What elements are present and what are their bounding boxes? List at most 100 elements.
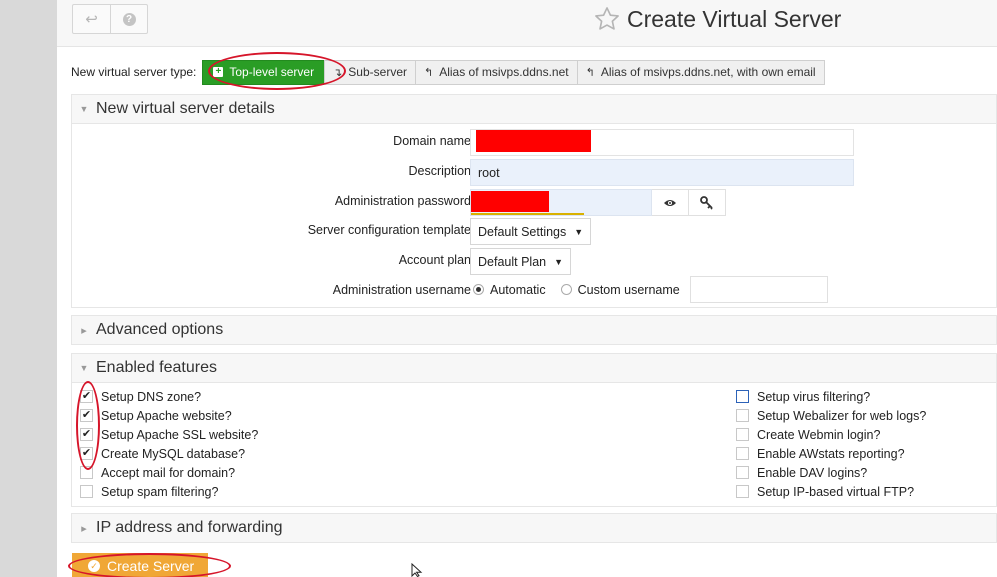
password-row: Administration password xyxy=(72,186,997,216)
checkbox-checked-icon[interactable]: ✔ xyxy=(80,428,93,441)
description-input[interactable] xyxy=(470,159,854,186)
redacted-password xyxy=(471,191,549,212)
top-bar: ↩ ? Create Virtual Server xyxy=(57,0,997,47)
page-title: Create Virtual Server xyxy=(627,5,842,32)
caret-right-icon: ▸ xyxy=(81,522,87,535)
page-title-wrap: Create Virtual Server xyxy=(593,5,841,33)
eye-icon xyxy=(664,199,676,206)
checkbox-icon[interactable] xyxy=(736,428,749,441)
plan-select[interactable]: Default Plan ▼ xyxy=(470,248,572,275)
template-row: Server configuration template Default Se… xyxy=(72,215,997,245)
checkbox-checked-icon[interactable]: ✔ xyxy=(80,409,93,422)
alias-label: Alias of msivps.ddns.net xyxy=(439,65,569,79)
template-field-wrap: Default Settings ▼ xyxy=(470,218,592,245)
template-select[interactable]: Default Settings ▼ xyxy=(470,218,592,245)
nav-button-group: ↩ ? xyxy=(72,4,148,34)
custom-username-radio[interactable] xyxy=(560,284,572,295)
ip-panel-header[interactable]: ▸ IP address and forwarding xyxy=(71,513,997,543)
checkbox-icon[interactable] xyxy=(80,485,93,498)
help-button[interactable]: ? xyxy=(110,5,147,33)
checkbox-icon[interactable] xyxy=(736,466,749,479)
checkbox-checked-icon[interactable]: ✔ xyxy=(80,390,93,403)
details-panel-header[interactable]: ▼ New virtual server details xyxy=(71,94,997,124)
feature-label: Create MySQL database? xyxy=(101,446,246,461)
feature-item[interactable]: Enable DAV logins? xyxy=(736,463,867,482)
domain-field-wrap xyxy=(470,129,854,156)
feature-label: Setup IP-based virtual FTP? xyxy=(757,484,915,499)
mouse-cursor-icon xyxy=(411,563,423,577)
caret-down-icon: ▼ xyxy=(79,104,89,114)
domain-label: Domain name xyxy=(393,134,471,148)
feature-label: Enable AWstats reporting? xyxy=(757,446,905,461)
advanced-panel-header[interactable]: ▸ Advanced options xyxy=(71,315,997,345)
plan-field-wrap: Default Plan ▼ xyxy=(470,248,572,275)
plan-row: Account plan Default Plan ▼ xyxy=(72,245,997,275)
alias-button[interactable]: ↰ Alias of msivps.ddns.net xyxy=(414,59,578,85)
template-select-value: Default Settings xyxy=(478,224,567,239)
feature-item[interactable]: ✔ Setup Apache website? xyxy=(80,406,232,425)
generate-password-button[interactable] xyxy=(688,189,726,216)
description-label: Description xyxy=(408,164,471,178)
advanced-panel-title: Advanced options xyxy=(96,321,224,338)
feature-item[interactable]: ✔ Setup DNS zone? xyxy=(80,387,201,406)
automatic-radio[interactable] xyxy=(473,284,484,295)
checkbox-icon[interactable] xyxy=(736,485,749,498)
sub-server-button[interactable]: ↴ Sub-server xyxy=(324,59,416,85)
back-button[interactable]: ↩ xyxy=(73,5,110,33)
feature-item[interactable]: Setup Webalizer for web logs? xyxy=(736,406,926,425)
features-panel-header[interactable]: ▼ Enabled features xyxy=(71,353,997,383)
server-type-group: + Top-level server ↴ Sub-server ↰ Alias … xyxy=(202,59,825,85)
top-level-server-label: Top-level server xyxy=(229,65,315,79)
template-label: Server configuration template xyxy=(307,223,471,237)
feature-label: Setup Apache SSL website? xyxy=(101,427,259,442)
custom-username-input[interactable] xyxy=(689,276,828,303)
create-server-button[interactable]: ✓ Create Server xyxy=(72,553,208,577)
feature-item[interactable]: Setup spam filtering? xyxy=(80,482,218,501)
caret-right-icon: ▸ xyxy=(81,324,87,337)
checkbox-checked-icon[interactable]: ✔ xyxy=(80,447,93,460)
username-label: Administration username xyxy=(332,283,471,297)
details-panel-title: New virtual server details xyxy=(96,100,275,117)
password-field-wrap xyxy=(470,189,726,216)
checkbox-icon[interactable] xyxy=(736,409,749,422)
server-type-label: New virtual server type: xyxy=(71,65,197,79)
feature-item[interactable]: Enable AWstats reporting? xyxy=(736,444,905,463)
redacted-domain xyxy=(476,130,591,152)
plan-select-value: Default Plan xyxy=(478,254,547,269)
feature-item[interactable]: Create Webmin login? xyxy=(736,425,880,444)
feature-label: Create Webmin login? xyxy=(757,427,881,442)
show-password-button[interactable] xyxy=(651,189,689,216)
sub-arrow-icon: ↴ xyxy=(333,66,343,79)
details-panel-body: Domain name Description Administration p… xyxy=(71,124,997,308)
domain-row: Domain name xyxy=(72,126,997,156)
feature-label: Setup Apache website? xyxy=(101,408,232,423)
plan-label: Account plan xyxy=(398,253,471,267)
feature-label: Setup DNS zone? xyxy=(101,389,202,404)
sub-server-label: Sub-server xyxy=(348,65,407,79)
top-level-server-button[interactable]: + Top-level server xyxy=(202,59,326,85)
password-input[interactable] xyxy=(470,189,652,216)
star-icon[interactable] xyxy=(593,5,621,33)
feature-item[interactable]: Setup virus filtering? xyxy=(736,387,870,406)
back-arrow-icon: ↩ xyxy=(85,11,98,28)
checkbox-icon[interactable] xyxy=(736,390,749,403)
main-content: ↩ ? Create Virtual Server New virtual se… xyxy=(57,0,997,577)
feature-item[interactable]: ✔ Create MySQL database? xyxy=(80,444,245,463)
feature-item[interactable]: ✔ Setup Apache SSL website? xyxy=(80,425,258,444)
feature-label: Setup virus filtering? xyxy=(757,389,871,404)
ip-panel-title: IP address and forwarding xyxy=(96,519,283,536)
left-gutter xyxy=(0,0,57,577)
reply-all-icon: ↰ xyxy=(585,66,595,79)
checkbox-icon[interactable] xyxy=(80,466,93,479)
feature-item[interactable]: Accept mail for domain? xyxy=(80,463,235,482)
description-field-wrap xyxy=(470,159,854,186)
features-panel-title: Enabled features xyxy=(96,359,217,376)
dropdown-arrow-icon: ▼ xyxy=(574,226,584,237)
check-circle-icon: ✓ xyxy=(88,560,100,572)
feature-item[interactable]: Setup IP-based virtual FTP? xyxy=(736,482,914,501)
help-icon: ? xyxy=(122,12,136,26)
description-row: Description xyxy=(72,156,997,186)
feature-label: Setup Webalizer for web logs? xyxy=(757,408,927,423)
checkbox-icon[interactable] xyxy=(736,447,749,460)
alias-own-email-button[interactable]: ↰ Alias of msivps.ddns.net, with own ema… xyxy=(576,59,825,85)
